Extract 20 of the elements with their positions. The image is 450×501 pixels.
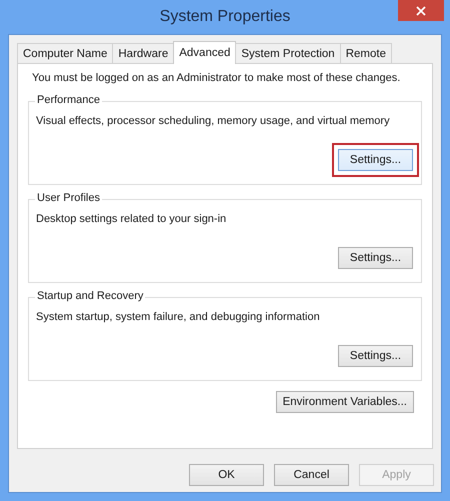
group-description: System startup, system failure, and debugging information: [36, 311, 321, 323]
notice-text: You must be logged on as an Administrator to make most of these changes.: [32, 72, 402, 84]
group-title: Performance: [35, 94, 102, 106]
close-button[interactable]: [398, 0, 444, 21]
group-title: Startup and Recovery: [35, 290, 146, 302]
tab[interactable]: Remote: [340, 43, 392, 63]
group-title: User Profiles: [35, 192, 102, 204]
window-title: System Properties: [160, 8, 290, 26]
tab[interactable]: System Protection: [235, 43, 341, 63]
settings-button[interactable]: Settings...: [338, 149, 413, 171]
environment-variables-button[interactable]: Environment Variables...: [276, 391, 414, 413]
dialog-button[interactable]: OK: [189, 464, 264, 486]
tab[interactable]: Computer Name: [17, 43, 114, 63]
tab[interactable]: Advanced: [173, 41, 236, 64]
close-icon: [416, 6, 426, 16]
dialog-button[interactable]: Cancel: [274, 464, 349, 486]
group-description: Visual effects, processor scheduling, memory usage, and virtual memory: [36, 115, 391, 127]
group-description: Desktop settings related to your sign-in: [36, 213, 228, 225]
settings-button[interactable]: Settings...: [338, 345, 413, 367]
settings-button[interactable]: Settings...: [338, 247, 413, 269]
